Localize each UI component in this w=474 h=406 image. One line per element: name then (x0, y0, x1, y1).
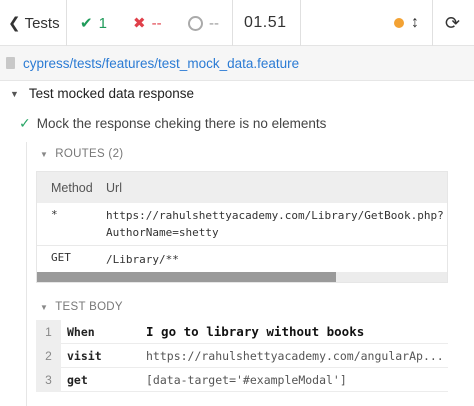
reporter-header: ❮ Tests ✔ 1 ✖ -- -- 01.51 ↕ ⟳ (0, 0, 474, 46)
divider (232, 0, 233, 46)
command-row[interactable]: 2 visit https://rahulshettyacademy.com/a… (36, 343, 448, 368)
test-title-row[interactable]: ✓ Mock the response cheking there is no … (19, 115, 326, 132)
x-icon: ✖ (133, 15, 146, 32)
tests-back-button[interactable]: ❮ Tests (0, 0, 66, 46)
chevron-left-icon: ❮ (8, 15, 21, 32)
route-method: GET (51, 251, 71, 264)
passed-stat: ✔ 1 (80, 0, 107, 46)
command-number: 3 (36, 367, 61, 392)
route-url: /Library/** (106, 253, 179, 266)
duration: 01.51 (244, 14, 287, 31)
table-row: * https://rahulshettyacademy.com/Library… (37, 203, 447, 246)
caret-down-icon: ▼ (10, 88, 19, 99)
status-dot-icon (394, 18, 404, 28)
suite-title: Test mocked data response (28, 86, 195, 101)
pending-count: -- (209, 14, 219, 32)
routes-table-header: Method Url (37, 172, 447, 203)
failed-stat: ✖ -- (133, 0, 162, 46)
caret-down-icon: ▼ (40, 149, 49, 159)
pending-stat: -- (188, 0, 219, 46)
command-keyword: visit (67, 348, 102, 363)
test-body-header: TEST BODY (55, 301, 123, 313)
command-keyword: When (67, 324, 95, 339)
divider (66, 0, 67, 46)
divider (432, 0, 433, 46)
suite-title-row[interactable]: ▼ Test mocked data response (10, 86, 194, 101)
routes-toggle[interactable]: ▼ ROUTES (2) (40, 148, 123, 160)
test-body-toggle[interactable]: ▼ TEST BODY (40, 301, 123, 313)
routes-header: ROUTES (2) (55, 148, 124, 160)
route-method: * (51, 208, 58, 221)
horizontal-scrollbar[interactable] (37, 272, 447, 282)
check-icon: ✔ (80, 15, 93, 32)
command-number: 1 (36, 319, 61, 344)
check-icon: ✓ (19, 115, 31, 131)
divider (300, 0, 301, 46)
command-number: 2 (36, 343, 61, 368)
file-icon (6, 57, 15, 69)
caret-down-icon: ▼ (40, 302, 49, 312)
test-title: Mock the response cheking there is no el… (36, 116, 327, 131)
spec-file-bar: cypress/tests/features/test_mock_data.fe… (0, 46, 474, 81)
command-row[interactable]: 3 get [data-target='#exampleModal'] (36, 367, 448, 392)
ring-icon (188, 15, 203, 31)
table-row: GET /Library/** (37, 246, 447, 272)
routes-table: Method Url * https://rahulshettyacademy.… (36, 171, 448, 283)
command-keyword: get (67, 372, 88, 387)
up-down-arrow-icon[interactable]: ↕ (411, 0, 419, 46)
passed-count: 1 (98, 14, 107, 32)
command-arg: [data-target='#exampleModal'] (146, 372, 347, 387)
indent-guide (26, 142, 27, 406)
scrollbar-thumb[interactable] (37, 272, 337, 282)
reload-icon[interactable]: ⟳ (445, 0, 460, 46)
column-url: Url (106, 180, 122, 195)
running-indicator (394, 0, 404, 46)
route-url: https://rahulshettyacademy.com/Library/G… (106, 209, 444, 239)
command-log: 1 When I go to library without books 2 v… (36, 319, 448, 406)
command-row[interactable]: 1 When I go to library without books (36, 319, 448, 344)
command-arg: https://rahulshettyacademy.com/angularAp… (146, 348, 444, 363)
column-method: Method (51, 180, 93, 195)
spec-file-link[interactable]: cypress/tests/features/test_mock_data.fe… (23, 56, 299, 71)
command-arg: I go to library without books (146, 324, 365, 339)
failed-count: -- (151, 14, 162, 32)
tests-label: Tests (24, 14, 60, 32)
